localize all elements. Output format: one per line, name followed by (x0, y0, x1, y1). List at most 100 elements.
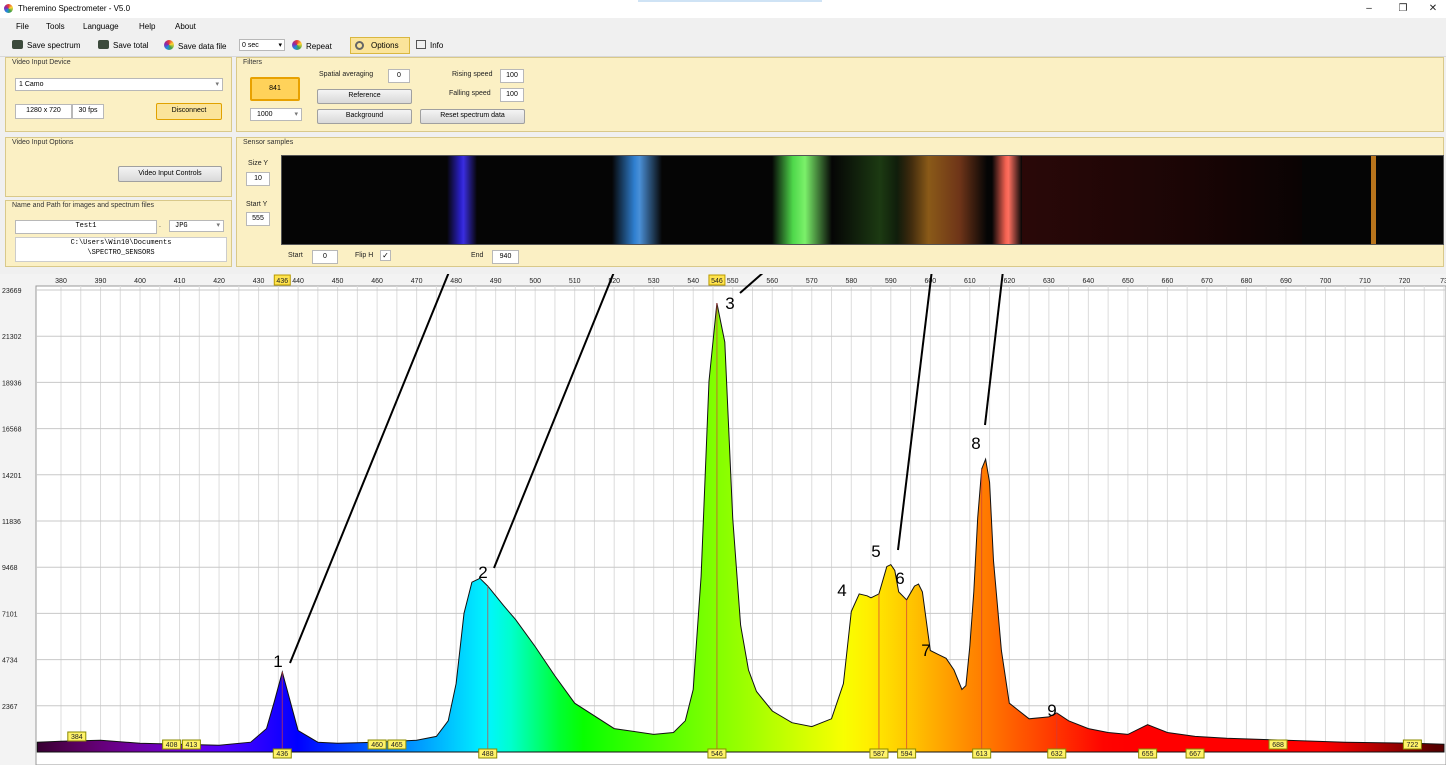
bottom-marker-label: 594 (901, 751, 913, 758)
x-tick-label: 560 (766, 278, 778, 285)
chevron-down-icon: ▾ (216, 222, 220, 230)
toolbar: Save spectrum Save total Save data file … (0, 36, 1446, 57)
menu-help[interactable]: Help (139, 22, 155, 31)
save-spectrum-label: Save spectrum (27, 41, 81, 50)
video-input-controls-button[interactable]: Video Input Controls (118, 166, 222, 182)
path-line-1: C:\Users\Win10\Documents (70, 239, 172, 247)
fps-display: 30 fps (72, 104, 104, 119)
x-tick-label: 390 (95, 278, 107, 285)
bottom-marker-label: 688 (1272, 742, 1284, 749)
reference-button[interactable]: Reference (317, 89, 412, 104)
maximize-button[interactable]: ❐ (1388, 2, 1418, 16)
format-select[interactable]: JPG ▾ (169, 220, 224, 232)
x-tick-label: 510 (569, 278, 581, 285)
color-wheel-icon (292, 40, 302, 50)
reset-spectrum-button[interactable]: Reset spectrum data (420, 109, 525, 124)
bottom-marker-label: 587 (873, 751, 885, 758)
minimize-button[interactable]: – (1354, 2, 1384, 16)
bottom-marker-label: 384 (71, 734, 83, 741)
format-value: JPG (175, 222, 188, 230)
save-total-button[interactable]: Save total (98, 40, 149, 50)
y-tick-label: 7101 (2, 611, 18, 618)
start-label: Start (288, 252, 303, 259)
bottom-marker-label: 722 (1407, 742, 1419, 749)
disconnect-button[interactable]: Disconnect (156, 103, 222, 120)
x-tick-label: 570 (806, 278, 818, 285)
y-tick-label: 23669 (2, 288, 22, 295)
spatial-averaging-input[interactable]: 0 (388, 69, 410, 83)
x-tick-label: 700 (1320, 278, 1332, 285)
info-button[interactable]: Info (416, 40, 443, 50)
menu-language[interactable]: Language (83, 22, 119, 31)
x-tick-label: 440 (292, 278, 304, 285)
path-display[interactable]: C:\Users\Win10\Documents \SPECTRO_SENSOR… (15, 237, 227, 262)
background-button[interactable]: Background (317, 109, 412, 124)
x-tick-label: 470 (411, 278, 423, 285)
panel-title: Sensor samples (243, 139, 294, 146)
x-tick-label: 610 (964, 278, 976, 285)
x-tick-label: 73 (1440, 278, 1446, 285)
y-tick-label: 21302 (2, 334, 22, 341)
x-tick-label: 710 (1359, 278, 1371, 285)
window-title: Theremino Spectrometer - V5.0 (18, 4, 131, 13)
close-button[interactable]: ✕ (1418, 2, 1446, 16)
video-input-device-panel: Video Input Device 1 Camo ▾ 1280 x 720 30… (5, 57, 232, 132)
save-data-file-button[interactable]: Save data file (164, 40, 226, 51)
x-tick-label: 400 (134, 278, 146, 285)
size-y-label: Size Y (248, 160, 269, 167)
rising-speed-label: Rising speed (452, 71, 493, 78)
y-tick-label: 9468 (2, 565, 18, 572)
interval-select[interactable]: 0 sec ▾ (239, 39, 285, 51)
filter-select-value: 1000 (257, 111, 273, 118)
options-button[interactable]: Options (350, 37, 410, 54)
bottom-marker-label: 465 (391, 742, 403, 749)
y-tick-label: 14201 (2, 473, 22, 480)
path-line-2: \SPECTRO_SENSORS (87, 249, 155, 257)
flip-h-checkbox[interactable]: ✓ (380, 250, 391, 261)
x-tick-label: 530 (648, 278, 660, 285)
filter-value-button[interactable]: 841 (250, 77, 300, 101)
chevron-down-icon: ▾ (278, 42, 282, 49)
start-y-input[interactable]: 555 (246, 212, 270, 226)
repeat-button[interactable]: Repeat (292, 40, 332, 51)
x-tick-label: 720 (1399, 278, 1411, 285)
end-input[interactable]: 940 (492, 250, 519, 264)
peak-number-label: 3 (725, 294, 734, 313)
panel-title: Video Input Options (12, 139, 74, 146)
panel-title: Video Input Device (12, 59, 71, 66)
file-name-input[interactable]: Test1 (15, 220, 157, 234)
menu-tools[interactable]: Tools (46, 22, 65, 31)
x-tick-label: 630 (1043, 278, 1055, 285)
peak-number-label: 6 (895, 569, 904, 588)
peak-number-label: 2 (478, 563, 487, 582)
info-icon (416, 40, 426, 49)
filter-select[interactable]: 1000 ▾ (250, 108, 302, 121)
menu-about[interactable]: About (175, 22, 196, 31)
peak-number-label: 1 (273, 652, 282, 671)
x-tick-label: 410 (174, 278, 186, 285)
start-input[interactable]: 0 (312, 250, 338, 264)
chevron-down-icon: ▾ (294, 111, 298, 118)
rising-speed-input[interactable]: 100 (500, 69, 524, 83)
size-y-input[interactable]: 10 (246, 172, 270, 186)
title-bar: Theremino Spectrometer - V5.0 – ❐ ✕ (0, 0, 1446, 18)
device-select[interactable]: 1 Camo ▾ (15, 78, 223, 91)
save-spectrum-button[interactable]: Save spectrum (12, 40, 80, 50)
save-total-label: Save total (113, 41, 149, 50)
menu-file[interactable]: File (16, 22, 29, 31)
violet-band (447, 156, 477, 244)
falling-speed-label: Falling speed (449, 90, 491, 97)
falling-speed-input[interactable]: 100 (500, 88, 524, 102)
bottom-marker-label: 655 (1142, 751, 1154, 758)
orange-line (1371, 156, 1376, 244)
y-tick-label: 16568 (2, 427, 22, 434)
sensor-camera-strip (281, 155, 1444, 245)
video-input-options-panel: Video Input Options Video Input Controls (5, 137, 232, 197)
menu-bar: File Tools Language Help About (0, 19, 1446, 36)
camera-icon (98, 40, 109, 49)
peak-number-label: 4 (837, 581, 846, 600)
x-tick-label: 620 (1003, 278, 1015, 285)
orange-band (897, 156, 987, 244)
camera-icon (12, 40, 23, 49)
bottom-marker-label: 488 (482, 751, 494, 758)
